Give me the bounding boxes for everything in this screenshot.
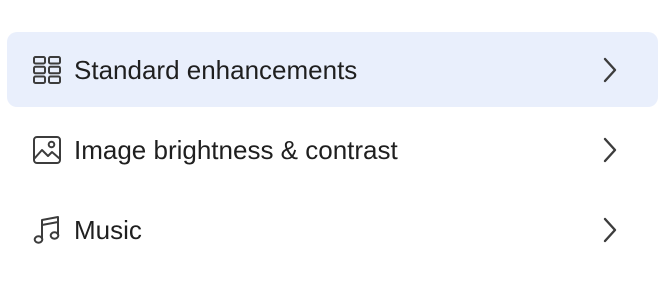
menu-item-label: Standard enhancements bbox=[74, 54, 358, 85]
menu-item-label: Image brightness & contrast bbox=[74, 134, 398, 165]
menu-item-standard-enhancements[interactable]: Standard enhancements bbox=[7, 32, 658, 107]
menu-item-music[interactable]: Music bbox=[7, 192, 658, 267]
menu-item-image-brightness-contrast[interactable]: Image brightness & contrast bbox=[7, 112, 658, 187]
music-note-icon bbox=[31, 214, 63, 246]
chevron-right-icon bbox=[600, 214, 620, 246]
menu-item-label: Music bbox=[74, 214, 142, 245]
chevron-right-icon bbox=[600, 54, 620, 86]
image-icon bbox=[31, 134, 63, 166]
enhancement-menu: Standard enhancements Image brightness &… bbox=[0, 0, 666, 290]
grid-icon bbox=[31, 54, 63, 86]
chevron-right-icon bbox=[600, 134, 620, 166]
